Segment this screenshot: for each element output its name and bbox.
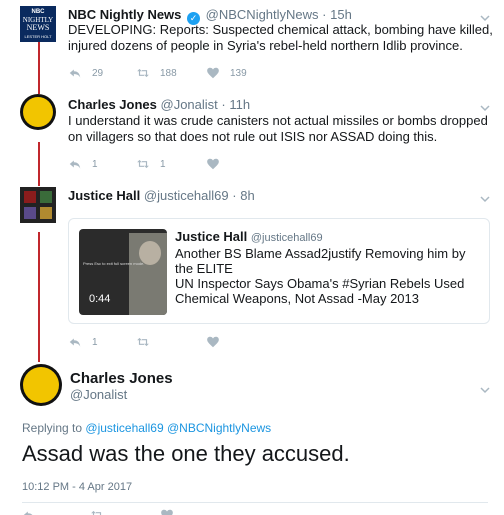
nbc-logo-anchor: LESTER HOLT [24, 34, 52, 39]
retweet-icon [91, 510, 102, 515]
tweet-timestamp[interactable]: 10:12 PM - 4 Apr 2017 [22, 481, 132, 493]
nbc-avatar[interactable]: NBC NIGHTLY NEWS LESTER HOLT [20, 6, 56, 42]
replying-to: Replying to @justicehall69 @NBCNightlyNe… [22, 421, 271, 435]
main-author-handle[interactable]: @Jonalist [70, 387, 127, 402]
tweet-time[interactable]: 8h [240, 188, 254, 203]
video-thumbnail[interactable]: Press Esc to exit full screen mode. 0:44 [79, 229, 167, 315]
tweet-time[interactable]: 11h [229, 97, 250, 112]
main-tweet-text: Assad was the one they accused. [22, 441, 350, 466]
avatar-tile [24, 207, 36, 219]
author-handle[interactable]: @NBCNightlyNews [206, 7, 319, 22]
reply-button[interactable]: 29 [68, 66, 136, 80]
tweet-header: Justice Hall @justicehall69 · 8h [68, 188, 255, 203]
tweet-actions: 1 1 [68, 156, 274, 172]
divider [22, 502, 488, 503]
like-count: 139 [230, 67, 247, 79]
reply-icon [69, 160, 81, 169]
quoted-tweet-card[interactable]: Press Esc to exit full screen mode. 0:44… [68, 218, 490, 324]
avatar-badge [23, 97, 53, 127]
heart-icon [207, 158, 219, 170]
retweet-button[interactable]: 188 [136, 66, 206, 80]
thread-line [38, 142, 40, 186]
video-duration: 0:44 [89, 293, 111, 305]
avatar-tile [40, 191, 52, 203]
tweet-actions: 29 188 139 [68, 65, 274, 81]
like-button[interactable]: 139 [206, 66, 274, 80]
replying-to-label: Replying to [22, 421, 83, 435]
retweet-button[interactable] [90, 508, 160, 515]
chevron-down-icon[interactable] [480, 191, 490, 203]
like-button[interactable] [160, 508, 228, 515]
retweet-count: 188 [160, 67, 177, 79]
heart-icon [207, 336, 219, 348]
nbc-logo-news: NEWS [26, 23, 50, 32]
retweet-icon [137, 159, 149, 169]
like-button[interactable] [206, 157, 274, 171]
author-name[interactable]: Charles Jones [68, 97, 157, 112]
main-tweet-actions [22, 507, 228, 515]
quoted-author-handle: @justicehall69 [250, 232, 323, 244]
like-button[interactable] [206, 335, 274, 349]
chevron-down-icon[interactable] [480, 10, 490, 22]
reply-button[interactable] [22, 508, 90, 515]
author-handle[interactable]: @justicehall69 [144, 188, 229, 203]
tweet-text: I understand it was crude canisters not … [68, 113, 488, 144]
chevron-down-icon[interactable] [480, 100, 490, 112]
tweet-time[interactable]: 15h [330, 7, 352, 22]
quoted-tweet-header: Justice Hall @justicehall69 [175, 229, 323, 244]
author-handle[interactable]: @Jonalist [161, 97, 218, 112]
retweet-icon [137, 68, 149, 78]
avatar-tile [24, 191, 36, 203]
retweet-button[interactable] [136, 335, 206, 349]
reply-icon [69, 338, 81, 347]
charles-jones-avatar[interactable] [20, 364, 62, 406]
nbc-logo-text: NBC [31, 9, 45, 15]
heart-icon [161, 509, 173, 515]
tweet-text: DEVELOPING: Reports: Suspected chemical … [68, 22, 493, 53]
charles-jones-avatar[interactable] [20, 94, 56, 130]
author-name[interactable]: Justice Hall [68, 188, 140, 203]
reply-mention-link[interactable]: @justicehall69 [85, 421, 163, 435]
avatar-tile [40, 207, 52, 219]
thread-line [38, 232, 40, 362]
reply-icon [69, 69, 81, 78]
retweet-icon [137, 337, 149, 347]
main-author-name[interactable]: Charles Jones [70, 370, 173, 387]
reply-count: 1 [92, 158, 98, 170]
retweet-count: 1 [160, 158, 166, 170]
reply-button[interactable]: 1 [68, 335, 136, 349]
justice-hall-avatar[interactable] [20, 187, 56, 223]
video-overlay-text: Press Esc to exit full screen mode. [83, 261, 145, 266]
retweet-button[interactable]: 1 [136, 157, 206, 171]
thread-line [38, 42, 40, 94]
heart-icon [207, 67, 219, 79]
chevron-down-icon[interactable] [480, 382, 490, 394]
reply-icon [23, 511, 33, 515]
reply-count: 29 [92, 67, 104, 79]
reply-button[interactable]: 1 [68, 157, 136, 171]
author-name[interactable]: NBC Nightly News [68, 7, 181, 22]
quoted-author-name: Justice Hall [175, 229, 248, 244]
tweet-header: Charles Jones @Jonalist · 11h [68, 97, 251, 112]
tweet-actions: 1 [68, 334, 274, 350]
reply-mention-link[interactable]: @NBCNightlyNews [167, 421, 271, 435]
reply-count: 1 [92, 336, 98, 348]
avatar-badge [23, 367, 59, 403]
quoted-tweet-text: Another BS Blame Assad2justify Removing … [175, 246, 466, 306]
